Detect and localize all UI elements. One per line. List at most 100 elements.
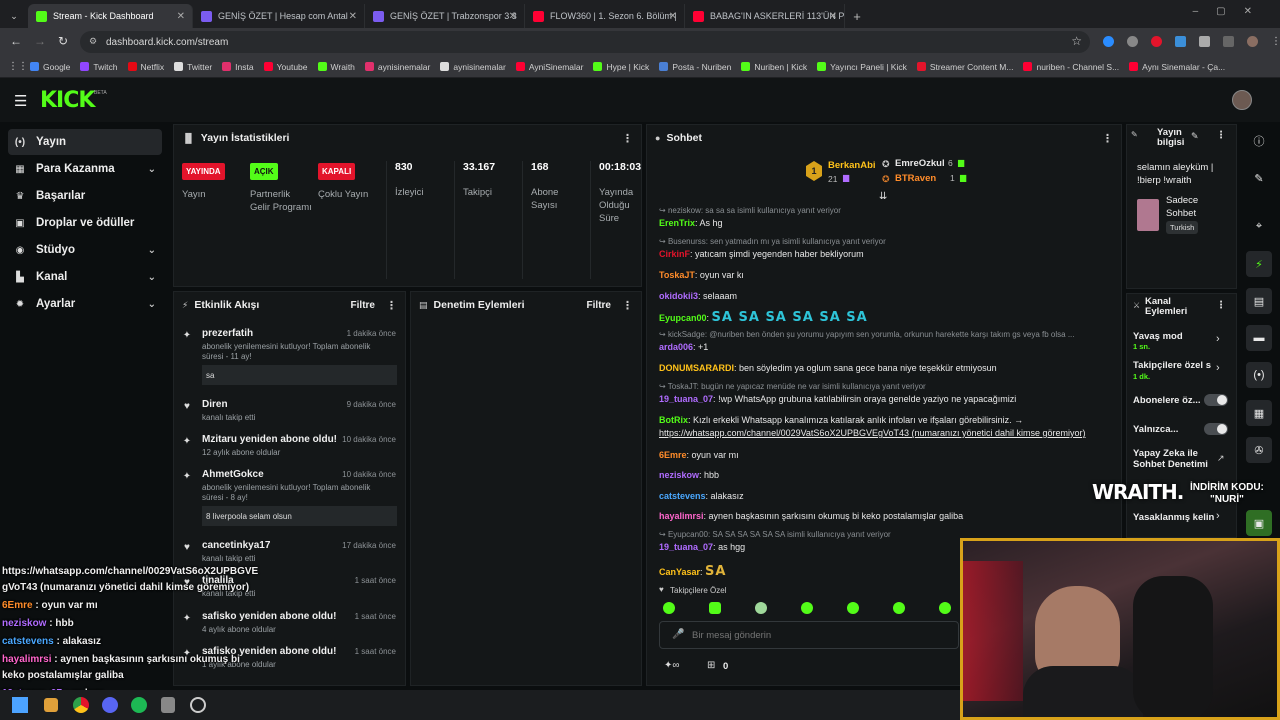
edit-pencil-icon[interactable]: ✎ — [1191, 131, 1199, 142]
emote-icon[interactable] — [939, 602, 951, 614]
sidebar-item-achievements[interactable]: ♛ Başarılar — [8, 183, 162, 209]
followers-only-mode-label[interactable]: Takipçilere özel s — [1133, 360, 1213, 371]
extension-icon[interactable] — [1103, 36, 1114, 47]
chevron-down-icon[interactable]: ⌄ — [148, 299, 156, 310]
third-gifter-name[interactable]: BTRaven — [895, 173, 936, 184]
bookmark-item[interactable]: Aynı Sinemalar - Ça... — [1129, 62, 1225, 72]
category-name[interactable]: Sadece Sohbet — [1166, 194, 1216, 220]
tab-close-icon[interactable]: ✕ — [349, 11, 357, 22]
moderation-menu-icon[interactable]: ⋮ — [622, 299, 633, 312]
tab-close-icon[interactable]: ✕ — [669, 11, 677, 22]
layers-tool-icon[interactable]: ▦ — [1246, 400, 1272, 426]
bookmark-item[interactable]: Hype | Kick — [593, 62, 649, 72]
sidebar-item-stream[interactable]: (•) Yayın — [8, 129, 162, 155]
chat-username[interactable]: DONUMSARARDI — [659, 363, 734, 373]
bookmark-item[interactable]: Google — [30, 62, 70, 72]
bookmark-item[interactable]: Nuriben | Kick — [741, 62, 807, 72]
discord-icon[interactable] — [102, 697, 118, 713]
chat-username[interactable]: catstevens — [659, 491, 706, 501]
chat-username[interactable]: hayalimrsi — [659, 511, 704, 521]
channel-actions-menu-icon[interactable]: ⋮ — [1216, 300, 1226, 311]
tab-close-icon[interactable]: ✕ — [509, 11, 517, 22]
tab-close-icon[interactable]: ✕ — [829, 11, 837, 22]
browser-tab[interactable]: GENİŞ ÖZET | Hesap com Antal ✕ — [193, 4, 365, 28]
emote-icon[interactable] — [801, 602, 813, 614]
bookmark-item[interactable]: aynisinemalar — [364, 62, 430, 72]
bookmark-item[interactable]: Netflix — [127, 62, 164, 72]
chat-tool-icon[interactable]: ▬ — [1246, 325, 1272, 351]
reply-context[interactable]: ↪ Eyupcan00: SA SA SA SA SA SA isimli ku… — [659, 530, 891, 539]
emote-icon[interactable] — [893, 602, 905, 614]
bookmark-item[interactable]: Posta - Nuriben — [659, 62, 731, 72]
bookmark-item[interactable]: nuriben - Channel S... — [1023, 62, 1119, 72]
emotes-only-toggle[interactable] — [1204, 423, 1228, 435]
sidebar-item-settings[interactable]: ✹ Ayarlar ⌄ — [8, 291, 162, 317]
slow-mode-label[interactable]: Yavaş mod — [1133, 331, 1183, 342]
back-icon[interactable]: ← — [10, 34, 22, 48]
windows-start-icon[interactable] — [12, 697, 28, 713]
apps-icon[interactable]: ⋮⋮ — [8, 61, 28, 72]
bookmark-item[interactable]: Insta — [222, 62, 254, 72]
bookmark-item[interactable]: aynisinemalar — [440, 62, 506, 72]
bookmark-star-icon[interactable]: ☆ — [1071, 34, 1082, 48]
bookmark-item[interactable]: Twitter — [174, 62, 212, 72]
user-avatar[interactable] — [1232, 90, 1252, 110]
wrench-tool-icon[interactable]: ✇ — [1246, 437, 1272, 463]
reply-context[interactable]: ↪ neziskow: sa sa sa isimli kullanıcıya … — [659, 206, 841, 215]
chat-menu-icon[interactable]: ⋮ — [1102, 132, 1113, 145]
activity-menu-icon[interactable]: ⋮ — [386, 299, 397, 312]
broadcast-tool-icon[interactable]: (•) — [1246, 362, 1272, 388]
lightning-tool-icon[interactable]: ⚡ — [1246, 251, 1272, 277]
extension-icon[interactable] — [1127, 36, 1138, 47]
chat-username[interactable]: 19_tuana_07 — [659, 542, 713, 552]
media-icon[interactable] — [1223, 36, 1234, 47]
chat-username[interactable]: BotRix — [659, 415, 688, 425]
event-title[interactable]: Mzitaru yeniden abone oldu! — [202, 434, 337, 445]
sidebar-item-drops-rewards[interactable]: ▣ Droplar ve ödüller — [8, 210, 162, 236]
extension-icon[interactable] — [1151, 36, 1162, 47]
points-infinity-icon[interactable]: ✦∞ — [664, 660, 680, 671]
hamburger-menu-icon[interactable]: ☰ — [14, 92, 27, 110]
chat-message-input[interactable] — [692, 628, 952, 642]
reply-context[interactable]: ↪ ToskaJT: bugün ne yapıcaz menüde ne va… — [659, 382, 926, 391]
chevron-down-icon[interactable]: ⌄ — [148, 245, 156, 256]
browser-tab[interactable]: FLOW360 | 1. Sezon 6. Bölüm | ✕ — [525, 4, 685, 28]
gift-box-icon[interactable]: ⊞ — [707, 660, 715, 671]
event-title[interactable]: Diren — [202, 399, 228, 410]
bookmark-item[interactable]: Twitch — [80, 62, 118, 72]
chat-username[interactable]: 6Emre — [659, 450, 687, 460]
kick-logo[interactable]: KICK — [40, 88, 95, 113]
bookmark-item[interactable]: Youtube — [263, 62, 308, 72]
external-link-icon[interactable]: ↗ — [1217, 453, 1225, 464]
reply-context[interactable]: ↪ Busenurss: sen yatmadın mı ya isimli k… — [659, 237, 886, 246]
browser-menu-icon[interactable]: ⋮ — [1271, 36, 1280, 47]
browser-tab[interactable]: BABAG'IN ASKERLERİ 113'ÜN P ✕ — [685, 4, 845, 28]
bookmark-item[interactable]: Wraith — [317, 62, 355, 72]
microphone-icon[interactable]: 🎤 — [672, 629, 684, 640]
edit-icon[interactable]: ✎ — [1246, 165, 1272, 191]
sidebar-item-channel[interactable]: ▙ Kanal ⌄ — [8, 264, 162, 290]
chat-username[interactable]: arda006 — [659, 342, 693, 352]
forward-icon[interactable]: → — [34, 34, 46, 48]
document-tool-icon[interactable]: ▤ — [1246, 288, 1272, 314]
sidebar-item-studio[interactable]: ◉ Stüdyo ⌄ — [8, 237, 162, 263]
puzzle-icon[interactable] — [1199, 36, 1210, 47]
site-info-icon[interactable]: ⚙ — [89, 36, 97, 47]
chat-username[interactable]: CanYasar — [659, 567, 700, 577]
file-explorer-icon[interactable] — [44, 698, 58, 712]
profile-avatar[interactable] — [1247, 36, 1258, 47]
banned-words-label[interactable]: Yasaklanmış kelin — [1133, 512, 1215, 523]
browser-tab[interactable]: GENİŞ ÖZET | Trabzonspor 3 3 ✕ — [365, 4, 525, 28]
tab-close-icon[interactable]: ✕ — [177, 11, 185, 22]
emote-icon[interactable] — [663, 602, 675, 614]
tab-search-icon[interactable]: ⌄ — [0, 4, 28, 28]
top-gifter-name[interactable]: BerkanAbi — [828, 160, 876, 171]
chat-username[interactable]: ErenTrix — [659, 218, 695, 228]
subscribers-only-toggle[interactable] — [1204, 394, 1228, 406]
event-title[interactable]: prezerfatih — [202, 328, 253, 339]
spotify-icon[interactable] — [131, 697, 147, 713]
event-title[interactable]: cancetinkya17 — [202, 540, 270, 551]
chat-message-text[interactable]: https://whatsapp.com/channel/0029VatS6oX… — [659, 428, 1086, 438]
bookmark-item[interactable]: AyniSinemalar — [515, 62, 583, 72]
window-controls[interactable]: –▢✕ — [1193, 6, 1270, 17]
